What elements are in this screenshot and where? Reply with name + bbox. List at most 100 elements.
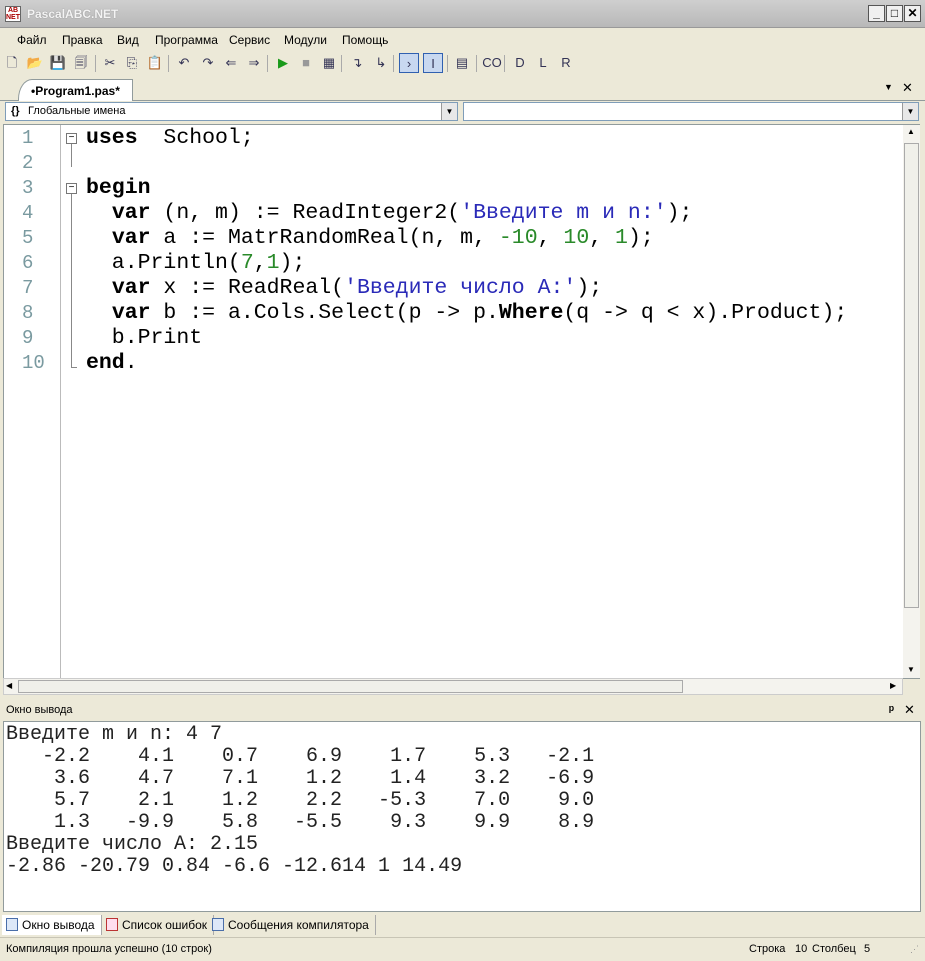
code-line: end. — [86, 351, 138, 376]
vertical-scrollbar[interactable]: ▲ ▼ — [903, 125, 920, 678]
maximize-button[interactable]: □ — [886, 5, 903, 22]
tab-output[interactable]: Окно вывода — [2, 915, 102, 935]
code-editor[interactable]: − − 1 2 3 4 5 6 7 8 9 10 uses School; begin var (n,… — [3, 124, 920, 679]
debug-icon[interactable]: ▦ — [319, 53, 339, 73]
toolbar-separator — [476, 55, 477, 72]
pin-icon[interactable]: ᵖ — [889, 702, 894, 717]
code-text: ); — [627, 226, 654, 250]
code-text: (q -> q < x).Product); — [563, 301, 848, 325]
chevron-down-icon[interactable]: ▼ — [441, 103, 457, 120]
output-window[interactable]: Введите m и n: 4 7 -2.2 4.1 0.7 6.9 1.7 … — [3, 721, 921, 912]
snippet-l-icon[interactable]: L — [533, 53, 553, 73]
copy-icon[interactable]: ⎘ — [122, 53, 142, 73]
snippet-d-icon[interactable]: D — [510, 53, 530, 73]
code-line: var x := ReadReal('Введите число A:'); — [86, 276, 602, 301]
keyword: var — [111, 226, 151, 250]
code-line: var a := MatrRandomReal(n, m, -10, 10, 1… — [86, 226, 654, 251]
step-over-icon[interactable]: ↳ — [371, 53, 391, 73]
code-text: a.Println( — [86, 251, 241, 275]
undo-icon[interactable]: ↶ — [174, 53, 194, 73]
string-literal: 'Введите m и n:' — [460, 201, 667, 225]
format-icon[interactable]: ⇐ — [221, 53, 241, 73]
code-icon[interactable]: CO — [482, 53, 502, 73]
new-file-icon[interactable]: 🗋 — [2, 53, 22, 73]
menu-0[interactable]: Файл — [17, 33, 47, 47]
fold-toggle-icon[interactable]: − — [66, 183, 77, 194]
chevron-down-icon[interactable]: ▼ — [902, 103, 918, 120]
stop-icon[interactable]: ■ — [296, 53, 316, 73]
tab-errors[interactable]: Список ошибок — [102, 915, 215, 935]
scope-combobox[interactable]: {} Глобальные имена ▼ — [5, 102, 458, 121]
output-line: -2.86 -20.79 0.84 -6.6 -12.614 1 14.49 — [6, 855, 463, 878]
toolbar-separator — [341, 55, 342, 72]
close-button[interactable]: ✕ — [904, 5, 921, 22]
tab-compiler-messages[interactable]: Сообщения компилятора — [208, 915, 376, 935]
code-text: ); — [279, 251, 306, 275]
text-icon[interactable]: I — [423, 53, 443, 73]
code-text: x := ReadReal( — [150, 276, 345, 300]
menu-3[interactable]: Программа — [155, 33, 218, 47]
save-all-icon[interactable]: 🗐 — [71, 53, 91, 73]
line-number: 9 — [22, 327, 34, 349]
code-text: b := a.Cols.Select(p -> p. — [150, 301, 499, 325]
member-combobox[interactable]: ▼ — [463, 102, 919, 121]
scroll-right-icon[interactable]: ▶ — [890, 681, 896, 690]
redo-icon[interactable]: ↷ — [198, 53, 218, 73]
output-close-button[interactable]: ✕ — [904, 702, 915, 718]
keyword: uses — [86, 126, 138, 150]
app-icon: AB NET — [5, 6, 21, 22]
save-icon[interactable]: 💾 — [48, 53, 68, 73]
minimize-button[interactable]: _ — [868, 5, 885, 22]
fold-toggle-icon[interactable]: − — [66, 133, 77, 144]
horizontal-scrollbar[interactable]: ◀ ▶ — [3, 678, 903, 695]
toolbar-separator — [447, 55, 448, 72]
toolbar-separator — [267, 55, 268, 72]
form-icon[interactable]: ▤ — [452, 53, 472, 73]
menu-2[interactable]: Вид — [117, 33, 139, 47]
open-icon[interactable]: 📂 — [25, 53, 45, 73]
scroll-left-icon[interactable]: ◀ — [6, 681, 12, 690]
number-literal: 1 — [615, 226, 628, 250]
menu-6[interactable]: Помощь — [342, 33, 388, 47]
toolbar-separator — [168, 55, 169, 72]
resize-grip-icon[interactable]: ⋰ — [910, 944, 919, 955]
line-number: 4 — [22, 202, 34, 224]
output-line: Введите m и n: 4 7 — [6, 723, 223, 746]
scrollbar-thumb[interactable] — [904, 143, 919, 608]
tab-close-button[interactable]: ✕ — [902, 80, 913, 96]
output-line: 5.7 2.1 1.2 2.2 -5.3 7.0 9.0 — [6, 789, 595, 812]
cut-icon[interactable]: ✂ — [100, 53, 120, 73]
document-tabs: •Program1.pas* ▼ ✕ — [0, 78, 925, 101]
row-label: Строка — [749, 943, 786, 955]
step-into-icon[interactable]: ↴ — [347, 53, 367, 73]
code-text: (n, m) := ReadInteger2( — [150, 201, 461, 225]
scrollbar-thumb[interactable] — [18, 680, 683, 693]
line-number: 1 — [22, 127, 34, 149]
code-text: ); — [576, 276, 603, 300]
format2-icon[interactable]: ⇒ — [244, 53, 264, 73]
code-line: var (n, m) := ReadInteger2('Введите m и … — [86, 201, 693, 226]
run-icon[interactable]: ▶ — [273, 53, 293, 73]
snippet-r-icon[interactable]: R — [556, 53, 576, 73]
scope-value: Глобальные имена — [28, 105, 126, 117]
scroll-up-icon[interactable]: ▲ — [907, 127, 915, 136]
tab-program1[interactable]: •Program1.pas* — [18, 79, 133, 101]
tab-list-button[interactable]: ▼ — [884, 82, 893, 92]
tab-label: Список ошибок — [122, 918, 208, 932]
status-bar: Компиляция прошла успешно (10 строк) Стр… — [0, 937, 925, 961]
output-panel-header: Окно вывода ᵖ ✕ — [0, 700, 925, 721]
paste-icon[interactable]: 📋 — [145, 53, 165, 73]
scroll-down-icon[interactable]: ▼ — [907, 665, 915, 674]
line-number: 7 — [22, 277, 34, 299]
toolbar: 🗋 📂 💾 🗐 ✂ ⎘ 📋 ↶ ↷ ⇐ ⇒ ▶ ■ ▦ ↴ ↳ › I ▤ CO D L R — [0, 51, 925, 76]
keyword: end — [86, 351, 125, 375]
menu-1[interactable]: Правка — [62, 33, 103, 47]
menu-4[interactable]: Сервис — [229, 33, 270, 47]
code-text: School; — [137, 126, 254, 150]
code-text: , — [537, 226, 564, 250]
line-number: 10 — [22, 352, 45, 374]
menu-5[interactable]: Модули — [284, 33, 327, 47]
console-icon[interactable]: › — [399, 53, 419, 73]
